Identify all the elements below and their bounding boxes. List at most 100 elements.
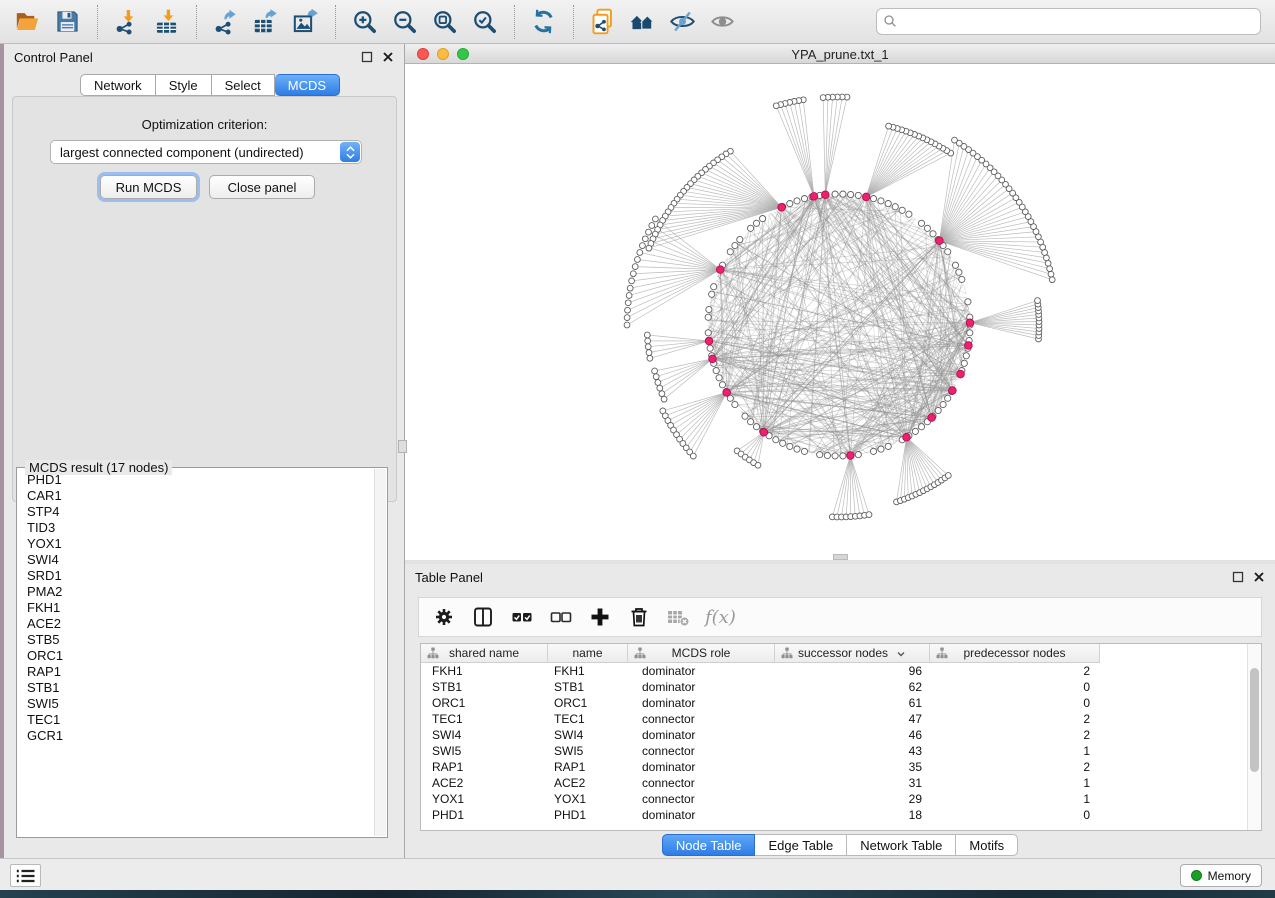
mcds-result-node[interactable]: YOX1 <box>18 536 374 552</box>
cell-shared-name: PHD1 <box>421 807 548 823</box>
tab-select[interactable]: Select <box>212 74 275 96</box>
table-panel-header: Table Panel <box>405 564 1275 590</box>
table-row[interactable]: RAP1RAP1dominator352 <box>421 759 1247 775</box>
export-network-icon[interactable] <box>208 4 244 40</box>
column-visibility-icon[interactable] <box>471 605 495 629</box>
column-header-mcds-role[interactable]: MCDS role <box>628 644 775 663</box>
close-panel-button[interactable]: Close panel <box>209 175 315 199</box>
tab-edge-table[interactable]: Edge Table <box>755 834 847 856</box>
float-panel-icon[interactable] <box>1232 570 1244 582</box>
column-header-shared-name[interactable]: shared name <box>421 644 548 663</box>
cytoscape-window: Control Panel NetworkStyleSelectMCDS Opt… <box>0 0 1275 898</box>
tab-style[interactable]: Style <box>156 74 212 96</box>
zoom-out-icon[interactable] <box>387 4 423 40</box>
add-icon[interactable] <box>588 605 612 629</box>
mcds-result-node[interactable]: FKH1 <box>18 600 374 616</box>
vertical-splitter-grip[interactable] <box>398 440 407 453</box>
cell-shared-name: RAP1 <box>421 759 548 775</box>
select-all-icon[interactable] <box>510 605 534 629</box>
cell-successor-nodes: 31 <box>775 775 930 791</box>
table-scrollbar[interactable] <box>1247 644 1261 830</box>
delete-icon[interactable] <box>627 605 651 629</box>
control-panel-tabs: NetworkStyleSelectMCDS <box>80 74 340 96</box>
table-row[interactable]: TEC1TEC1connector472 <box>421 711 1247 727</box>
table-row[interactable]: ORC1ORC1dominator610 <box>421 695 1247 711</box>
open-file-icon[interactable] <box>10 4 46 40</box>
hide-selected-icon[interactable] <box>665 4 701 40</box>
mcds-result-node[interactable]: STB1 <box>18 680 374 696</box>
table-row[interactable]: ACE2ACE2connector311 <box>421 775 1247 791</box>
show-all-icon[interactable] <box>705 4 741 40</box>
column-label: shared name <box>449 646 519 660</box>
table-row[interactable]: YOX1YOX1connector291 <box>421 791 1247 807</box>
mcds-result-list[interactable]: PHD1CAR1STP4TID3YOX1SWI4SRD1PMA2FKH1ACE2… <box>18 472 374 836</box>
memory-button[interactable]: Memory <box>1180 864 1262 887</box>
mcds-result-node[interactable]: PMA2 <box>18 584 374 600</box>
task-history-button[interactable] <box>10 864 41 887</box>
mcds-result-node[interactable]: ORC1 <box>18 648 374 664</box>
cell-shared-name: SWI4 <box>421 727 548 743</box>
table-row[interactable]: STB1STB1dominator620 <box>421 679 1247 695</box>
cell-name: FKH1 <box>548 663 628 679</box>
network-from-file-icon[interactable] <box>585 4 621 40</box>
save-icon[interactable] <box>50 4 86 40</box>
settings-gear-icon[interactable] <box>432 605 456 629</box>
table-row[interactable]: PHD1PHD1dominator180 <box>421 807 1247 823</box>
column-header-name[interactable]: name <box>548 644 628 663</box>
horizontal-splitter-grip[interactable] <box>833 554 848 560</box>
zoom-selected-icon[interactable] <box>467 4 503 40</box>
search-input[interactable] <box>876 8 1261 35</box>
cell-predecessor-nodes: 2 <box>930 727 1100 743</box>
mcds-result-node[interactable]: GCR1 <box>18 728 374 744</box>
tab-network[interactable]: Network <box>80 74 156 96</box>
float-panel-icon[interactable] <box>361 50 373 62</box>
import-table-icon[interactable] <box>149 4 185 40</box>
close-panel-icon[interactable] <box>1253 570 1265 582</box>
cell-mcds-role: connector <box>628 791 775 807</box>
tab-motifs[interactable]: Motifs <box>956 834 1018 856</box>
mcds-result-node[interactable]: CAR1 <box>18 488 374 504</box>
criterion-dropdown[interactable]: largest connected component (undirected) <box>50 140 362 164</box>
zoom-in-icon[interactable] <box>347 4 383 40</box>
export-table-icon[interactable] <box>248 4 284 40</box>
network-canvas[interactable] <box>405 64 1275 560</box>
table-row[interactable]: SWI5SWI5connector431 <box>421 743 1247 759</box>
mcds-result-node[interactable]: SRD1 <box>18 568 374 584</box>
mapped-column-icon <box>781 647 793 659</box>
tab-mcds[interactable]: MCDS <box>275 74 340 96</box>
tab-network-table[interactable]: Network Table <box>847 834 956 856</box>
cell-shared-name: FKH1 <box>421 663 548 679</box>
cell-successor-nodes: 47 <box>775 711 930 727</box>
mcds-result-node[interactable]: STB5 <box>18 632 374 648</box>
run-mcds-button[interactable]: Run MCDS <box>100 175 197 199</box>
refresh-icon[interactable] <box>526 4 562 40</box>
mcds-result-node[interactable]: TEC1 <box>18 712 374 728</box>
table-row[interactable]: FKH1FKH1dominator962 <box>421 663 1247 679</box>
mcds-result-node[interactable]: SWI4 <box>18 552 374 568</box>
mcds-result-node[interactable]: PHD1 <box>18 472 374 488</box>
first-neighbors-icon[interactable] <box>625 4 661 40</box>
table-row[interactable]: SWI4SWI4dominator462 <box>421 727 1247 743</box>
tab-node-table[interactable]: Node Table <box>662 834 756 856</box>
mcds-result-node[interactable]: STP4 <box>18 504 374 520</box>
mcds-result-node[interactable]: RAP1 <box>18 664 374 680</box>
cell-mcds-role: dominator <box>628 663 775 679</box>
table-scrollbar-thumb[interactable] <box>1250 668 1259 772</box>
close-panel-icon[interactable] <box>382 50 394 62</box>
column-header-successor-nodes[interactable]: successor nodes <box>775 644 930 663</box>
cell-successor-nodes: 61 <box>775 695 930 711</box>
mcds-result-node[interactable]: SWI5 <box>18 696 374 712</box>
export-image-icon[interactable] <box>288 4 324 40</box>
zoom-fit-icon[interactable] <box>427 4 463 40</box>
cell-successor-nodes: 62 <box>775 679 930 695</box>
table-tabs: Node TableEdge TableNetwork TableMotifs <box>405 834 1275 856</box>
mcds-result-node[interactable]: TID3 <box>18 520 374 536</box>
main-toolbar <box>0 0 1275 44</box>
criterion-selected-value: largest connected component (undirected) <box>60 145 304 160</box>
import-network-icon[interactable] <box>109 4 145 40</box>
column-header-predecessor-nodes[interactable]: predecessor nodes <box>930 644 1100 663</box>
deselect-all-icon[interactable] <box>549 605 573 629</box>
mcds-result-node[interactable]: ACE2 <box>18 616 374 632</box>
mcds-result-scrollbar[interactable] <box>374 469 386 836</box>
table-panel-title: Table Panel <box>415 570 483 585</box>
